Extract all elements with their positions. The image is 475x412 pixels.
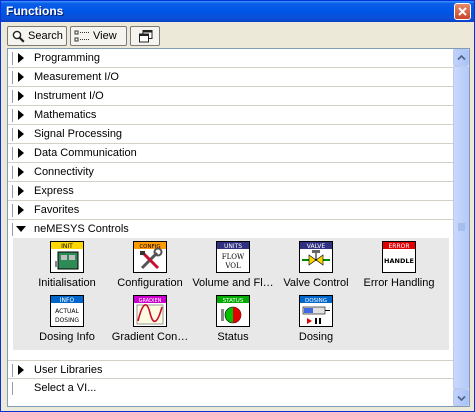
search-icon <box>12 30 25 43</box>
palette-item-label: Gradient Con… <box>111 331 189 343</box>
expand-arrow-icon[interactable] <box>17 72 25 82</box>
category-label: Favorites <box>34 204 80 216</box>
category-row[interactable]: Measurement I/O <box>8 68 454 87</box>
svg-text:VOL: VOL <box>224 262 241 270</box>
expand-arrow-icon[interactable] <box>17 129 25 139</box>
palette-item-label: Initialisation <box>38 277 96 289</box>
svg-text:VALVE: VALVE <box>307 243 326 250</box>
functions-window: Functions Search View Programming Measur… <box>0 0 475 412</box>
expand-arrow-icon[interactable] <box>17 365 25 375</box>
expand-arrow-icon[interactable] <box>17 91 25 101</box>
tools-icon: CONFIG <box>133 241 167 273</box>
vertical-scrollbar[interactable] <box>453 49 469 406</box>
category-label: User Libraries <box>34 364 103 376</box>
scroll-down-button[interactable] <box>453 389 469 406</box>
nemesys-controls-palette: INIT Initialisation CONFIG Configuration… <box>13 238 449 350</box>
palette-item-configuration[interactable]: CONFIG Configuration <box>106 240 194 292</box>
chevron-up-icon <box>457 54 466 61</box>
svg-text:HANDLE: HANDLE <box>384 257 414 265</box>
flow-vol-icon: UNITS FLOW VOL <box>216 241 250 273</box>
expand-arrow-icon[interactable] <box>17 167 25 177</box>
error-handle-icon: ERROR HANDLE <box>382 241 416 273</box>
scroll-up-button[interactable] <box>453 49 469 66</box>
category-label: Express <box>34 185 74 197</box>
svg-text:DOSING: DOSING <box>305 298 327 304</box>
view-list-icon <box>74 30 89 42</box>
close-icon <box>458 7 467 16</box>
window-title: Functions <box>6 4 64 18</box>
grip-icon <box>458 223 465 231</box>
expand-arrow-icon[interactable] <box>17 186 25 196</box>
category-label: Mathematics <box>34 109 97 121</box>
palette-item-initialisation[interactable]: INIT Initialisation <box>23 240 111 292</box>
category-label: Programming <box>34 52 101 64</box>
select-vi-item[interactable]: Select a VI... <box>8 379 454 398</box>
valve-icon: VALVE <box>299 241 333 273</box>
category-label: Signal Processing <box>34 128 123 140</box>
palette-item-gradient-control[interactable]: GRADIEN Gradient Con… <box>106 294 194 346</box>
category-row[interactable]: Programming <box>8 49 454 68</box>
svg-text:FLOW: FLOW <box>222 253 245 261</box>
palette-item-label: Configuration <box>117 277 183 289</box>
category-label: Instrument I/O <box>34 90 104 102</box>
category-row-expanded[interactable]: neMESYS Controls <box>8 220 454 239</box>
svg-text:UNITS: UNITS <box>224 243 242 250</box>
palette-item-volume-and-flow[interactable]: UNITS FLOW VOL Volume and Fl… <box>189 240 277 292</box>
view-label: View <box>93 30 117 42</box>
category-label: neMESYS Controls <box>34 223 129 235</box>
svg-text:DOSING: DOSING <box>55 317 79 324</box>
dosing-icon: DOSING <box>299 295 333 327</box>
dosing-info-icon: INFO ACTUAL DOSING <box>50 295 84 327</box>
svg-text:ERROR: ERROR <box>388 243 409 250</box>
palette-item-label: Status <box>217 331 249 343</box>
svg-text:ACTUAL: ACTUAL <box>55 308 79 315</box>
palette-item-dosing[interactable]: DOSING Dosing <box>272 294 360 346</box>
category-row[interactable]: Connectivity <box>8 163 454 182</box>
expand-arrow-icon[interactable] <box>17 148 25 158</box>
chevron-down-icon <box>457 395 466 402</box>
category-row[interactable]: Signal Processing <box>8 125 454 144</box>
expand-arrow-icon[interactable] <box>17 53 25 63</box>
search-label: Search <box>28 30 63 42</box>
category-row[interactable]: Favorites <box>8 201 454 220</box>
expand-arrow-icon[interactable] <box>17 205 25 215</box>
palette-item-label: Dosing Info <box>39 331 95 343</box>
window-stack-icon <box>139 30 153 43</box>
init-icon: INIT <box>50 241 84 273</box>
category-row-user-libraries[interactable]: User Libraries <box>8 360 454 379</box>
palette-item-label: Dosing <box>298 331 334 343</box>
restore-palette-button[interactable] <box>130 26 160 46</box>
svg-text:GRADIEN: GRADIEN <box>139 298 162 304</box>
functions-palette-panel: Programming Measurement I/O Instrument I… <box>7 48 470 407</box>
category-label: Connectivity <box>34 166 94 178</box>
search-button[interactable]: Search <box>7 26 67 46</box>
select-vi-label: Select a VI... <box>34 382 97 394</box>
palette-item-status[interactable]: STATUS Status <box>189 294 277 346</box>
svg-text:STATUS: STATUS <box>223 298 244 304</box>
palette-item-valve-control[interactable]: VALVE Valve Control <box>272 240 360 292</box>
expand-arrow-icon[interactable] <box>17 110 25 120</box>
status-icon: STATUS <box>216 295 250 327</box>
svg-text:INFO: INFO <box>60 297 75 304</box>
palette-item-error-handling[interactable]: ERROR HANDLE Error Handling <box>355 240 443 292</box>
svg-text:INIT: INIT <box>61 243 73 250</box>
category-row[interactable]: Instrument I/O <box>8 87 454 106</box>
category-row[interactable]: Mathematics <box>8 106 454 125</box>
category-row[interactable]: Express <box>8 182 454 201</box>
close-button[interactable] <box>454 3 471 20</box>
palette-item-label: Error Handling <box>363 277 435 289</box>
view-button[interactable]: View <box>70 26 127 46</box>
category-label: Data Communication <box>34 147 137 159</box>
gradient-icon: GRADIEN <box>133 295 167 327</box>
palette-item-dosing-info[interactable]: INFO ACTUAL DOSING Dosing Info <box>23 294 111 346</box>
category-row[interactable]: Data Communication <box>8 144 454 163</box>
collapse-arrow-icon[interactable] <box>16 225 26 233</box>
palette-item-label: Valve Control <box>283 277 349 289</box>
palette-item-label: Volume and Fl… <box>192 277 274 289</box>
title-bar[interactable]: Functions <box>1 1 474 22</box>
category-list: Programming Measurement I/O Instrument I… <box>8 49 454 406</box>
category-label: Measurement I/O <box>34 71 119 83</box>
scroll-thumb[interactable] <box>453 66 469 389</box>
